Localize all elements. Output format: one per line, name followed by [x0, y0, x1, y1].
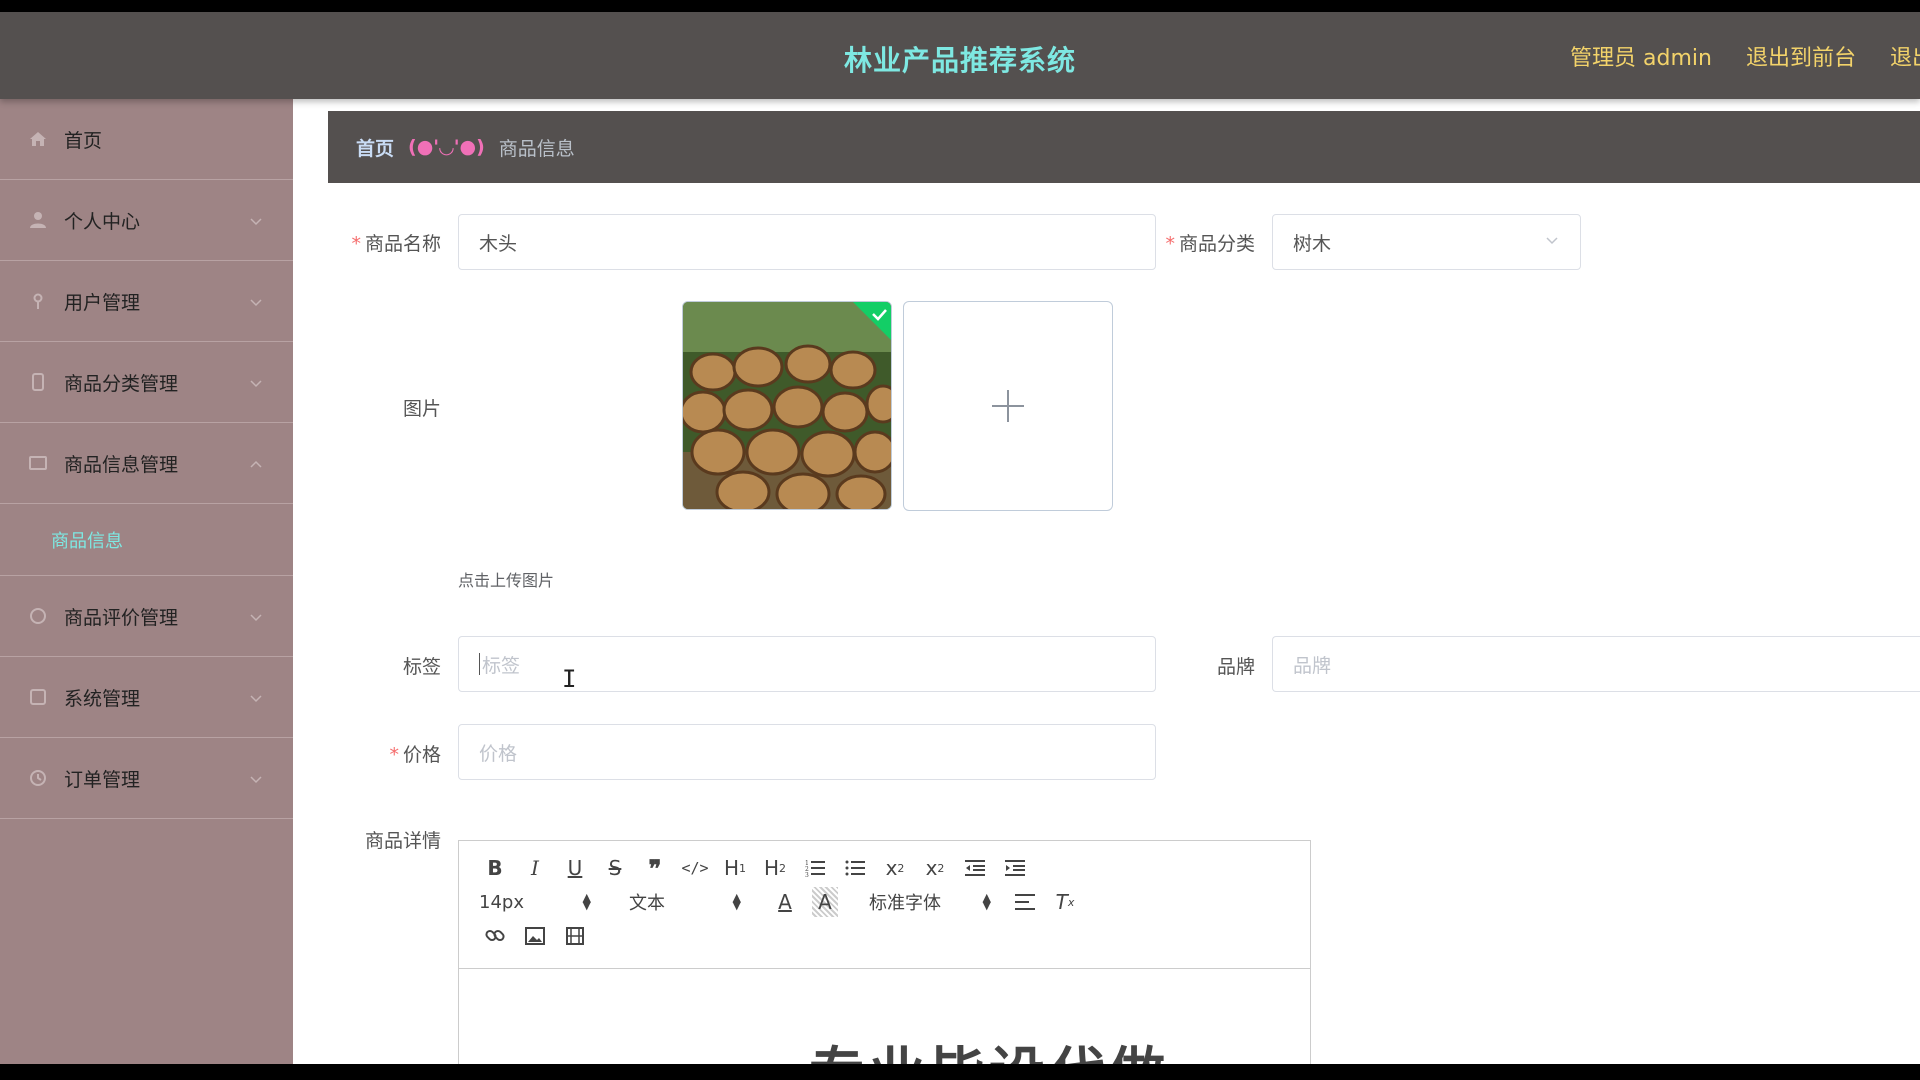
code-block-button[interactable]: </>: [675, 853, 715, 883]
chevron-down-icon: [249, 689, 263, 703]
user-icon: [26, 208, 50, 232]
indent-icon[interactable]: [995, 853, 1035, 883]
category-select[interactable]: 树木: [1272, 214, 1581, 270]
logout-link[interactable]: 退出: [1890, 40, 1920, 72]
chevron-up-icon: [249, 455, 263, 469]
font-family-select[interactable]: 标准字体 ▲ ▼: [865, 887, 995, 917]
users-icon: [26, 289, 50, 313]
product-name-input[interactable]: 木头: [458, 214, 1156, 270]
up-down-icon: ▲ ▼: [732, 891, 741, 912]
wood-logs-image: [683, 302, 891, 509]
toolbar-row-3: [475, 919, 1294, 953]
sidebar-item-review-management[interactable]: 商品评价管理: [0, 576, 293, 657]
home-icon: [26, 127, 50, 151]
italic-button[interactable]: I: [515, 853, 555, 883]
underline-button[interactable]: U: [555, 853, 595, 883]
subscript-button[interactable]: x2: [875, 853, 915, 883]
chevron-down-icon: [249, 770, 263, 784]
sidebar-item-label: 订单管理: [64, 768, 141, 791]
strike-button[interactable]: S: [595, 853, 635, 883]
toolbar-row-2: 14px ▲ ▼ 文本 ▲ ▼ A A 标准字体 ▲ ▼ T x: [475, 885, 1294, 919]
clear-format-icon[interactable]: Tx: [1045, 887, 1085, 917]
top-header: 林业产品推荐系统 管理员 admin 退出到前台 退出: [0, 12, 1920, 99]
block-type-select[interactable]: 文本 ▲ ▼: [625, 887, 745, 917]
sidebar-item-category-management[interactable]: 商品分类管理: [0, 342, 293, 423]
image-icon[interactable]: [515, 921, 555, 951]
editor-toolbar: B I U S ❞ </> H1 H2 123 x2 x2 14px ▲ ▼ 文…: [459, 841, 1310, 969]
price-input[interactable]: 价格: [458, 724, 1156, 780]
font-size-select[interactable]: 14px ▲ ▼: [475, 887, 595, 917]
bold-button[interactable]: B: [475, 853, 515, 883]
sidebar-item-label: 用户管理: [64, 291, 141, 314]
price-label: * 价格: [389, 744, 441, 766]
sidebar-item-user-management[interactable]: 用户管理: [0, 261, 293, 342]
chevron-down-icon: [249, 374, 263, 388]
rich-text-editor[interactable]: B I U S ❞ </> H1 H2 123 x2 x2 14px ▲ ▼ 文…: [458, 840, 1311, 1075]
sidebar-subitem-product-info[interactable]: 商品信息: [0, 504, 293, 576]
order-icon: [26, 766, 50, 790]
plus-icon: [992, 390, 1024, 422]
category-label: * 商品分类: [1165, 233, 1255, 255]
category-icon: [26, 370, 50, 394]
toolbar-row-1: B I U S ❞ </> H1 H2 123 x2 x2: [475, 851, 1294, 885]
chevron-down-icon: [249, 608, 263, 622]
sidebar-item-label: 系统管理: [64, 687, 141, 710]
header-1-button[interactable]: H1: [715, 853, 755, 883]
font-color-button[interactable]: A: [765, 887, 805, 917]
breadcrumb-home[interactable]: 首页: [356, 134, 394, 161]
admin-label: 管理员 admin: [1570, 46, 1712, 71]
product-name-label: * 商品名称: [351, 233, 441, 255]
link-icon[interactable]: [475, 921, 515, 951]
chevron-down-icon: [1544, 231, 1560, 253]
chevron-down-icon: [249, 293, 263, 307]
sidebar-item-system-management[interactable]: 系统管理: [0, 657, 293, 738]
breadcrumb-separator: (●'◡'●): [408, 136, 485, 158]
ordered-list-icon[interactable]: 123: [795, 853, 835, 883]
align-icon[interactable]: [1005, 887, 1045, 917]
header-actions: 管理员 admin 退出到前台 退出: [1570, 40, 1920, 72]
superscript-button[interactable]: x2: [915, 853, 955, 883]
editor-content-area[interactable]: 专业毕设代做: [459, 969, 1310, 1074]
sidebar-item-product-management[interactable]: 商品信息管理: [0, 423, 293, 504]
sidebar-item-label: 商品分类管理: [64, 372, 179, 395]
breadcrumb: 首页 (●'◡'●) 商品信息: [328, 111, 1920, 183]
header-2-button[interactable]: H2: [755, 853, 795, 883]
bullet-list-icon[interactable]: [835, 853, 875, 883]
up-down-icon: ▲ ▼: [982, 891, 991, 912]
image-label: 图片: [402, 398, 441, 420]
bottom-black-bar: [0, 1064, 1920, 1080]
text-caret: [479, 653, 480, 675]
sidebar-item-personal-center[interactable]: 个人中心: [0, 180, 293, 261]
tag-label: 标签: [402, 656, 441, 678]
sidebar-item-label: 首页: [64, 129, 103, 152]
background-color-button[interactable]: A: [812, 887, 838, 917]
product-icon: [26, 451, 50, 475]
upload-tip: 点击上传图片: [458, 571, 555, 590]
sidebar-item-home[interactable]: 首页: [0, 99, 293, 180]
video-icon[interactable]: [555, 921, 595, 951]
up-down-icon: ▲ ▼: [582, 891, 591, 912]
sidebar: 首页 个人中心 用户管理 商品分类管理 商品信息管理 商品信息 商品评价管理 系…: [0, 99, 293, 1064]
sidebar-item-label: 商品信息管理: [64, 453, 179, 476]
outdent-icon[interactable]: [955, 853, 995, 883]
sidebar-item-label: 商品评价管理: [64, 606, 179, 629]
main-content: 首页 (●'◡'●) 商品信息 * 商品名称 木头 * 商品分类 树木 图片 点…: [293, 99, 1920, 1075]
svg-text:3: 3: [805, 872, 809, 877]
system-icon: [26, 685, 50, 709]
blockquote-button[interactable]: ❞: [635, 853, 675, 883]
back-to-frontend-link[interactable]: 退出到前台: [1746, 40, 1856, 72]
detail-label: 商品详情: [364, 830, 441, 852]
uploaded-image-thumbnail[interactable]: [682, 301, 892, 510]
comment-icon: [26, 604, 50, 628]
mouse-text-cursor: I: [562, 665, 577, 693]
chevron-down-icon: [249, 212, 263, 226]
brand-input[interactable]: 品牌: [1272, 636, 1920, 692]
brand-label: 品牌: [1216, 656, 1255, 678]
sidebar-item-order-management[interactable]: 订单管理: [0, 738, 293, 819]
sidebar-item-label: 个人中心: [64, 210, 141, 233]
breadcrumb-current: 商品信息: [498, 137, 575, 160]
upload-add-button[interactable]: [903, 301, 1113, 511]
